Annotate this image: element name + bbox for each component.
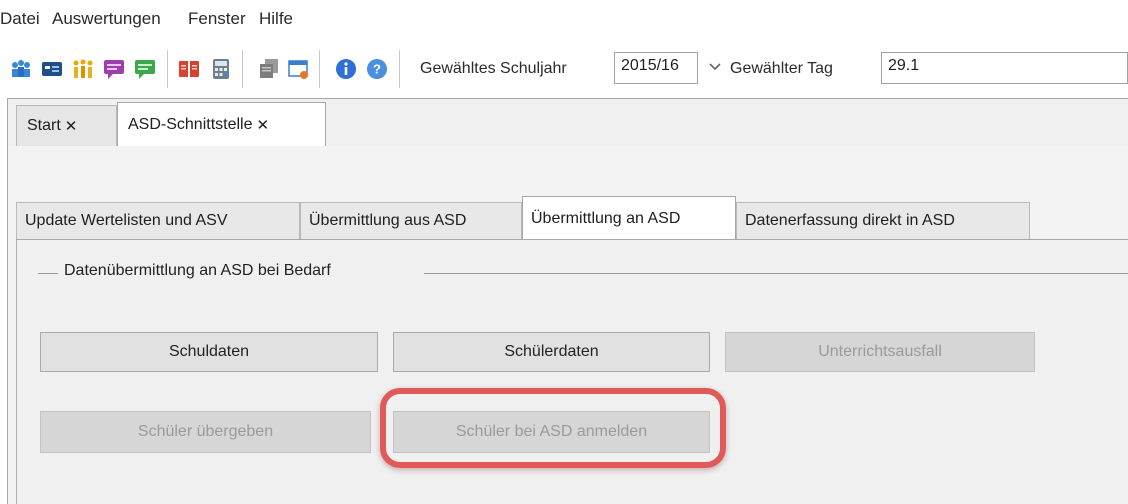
unterrichtsausfall-button[interactable]: Unterrichtsausfall [725,332,1035,372]
highlight-annotation [380,388,726,468]
group-border [424,273,1128,274]
group-title: Datenübermittlung an ASD bei Bedarf [64,262,331,279]
window-export-icon[interactable] [288,58,310,80]
chevron-down-icon[interactable] [708,62,722,72]
schuljahr-select[interactable]: 2015/16 [614,52,698,84]
purple-chat-icon[interactable] [103,58,125,80]
tab-start[interactable]: Start ✕ [16,105,117,146]
calculator-icon[interactable] [210,58,232,80]
menu-bar: Datei Auswertungen Fenster Hilfe [0,0,1128,40]
group-people-icon[interactable] [72,58,94,80]
menu-datei[interactable]: Datei [0,9,40,29]
schuelerdaten-button[interactable]: Schülerdaten [393,332,710,372]
menu-fenster[interactable]: Fenster [188,9,246,29]
monitor-card-icon[interactable] [41,58,63,80]
tab-uebermittlung-an-asd[interactable]: Übermittlung an ASD [522,196,736,240]
tab-update-wertelisten[interactable]: Update Wertelisten und ASV [16,202,300,239]
menu-hilfe[interactable]: Hilfe [259,9,293,29]
toolbar-separator [399,50,400,88]
svg-text:?: ? [373,62,381,77]
tab-start-label: Start [27,117,61,134]
red-book-icon[interactable] [178,58,200,80]
copy-pages-icon[interactable] [258,58,280,80]
tab-datenerfassung-direkt[interactable]: Datenerfassung direkt in ASD [736,202,1030,239]
help-icon[interactable]: ? [366,58,388,80]
schueler-uebergeben-button[interactable]: Schüler übergeben [40,411,371,453]
green-chat-icon[interactable] [134,58,156,80]
schuljahr-label: Gewähltes Schuljahr [420,60,567,77]
tab-asd-schnittstelle-label: ASD-Schnittstelle [128,115,253,133]
toolbar-separator [242,50,243,88]
toolbar-separator [167,50,168,88]
tag-field[interactable]: 29.1 [881,52,1128,84]
menu-auswertungen[interactable]: Auswertungen [52,9,161,29]
group-border [38,273,58,274]
tab-uebermittlung-aus-asd[interactable]: Übermittlung aus ASD [300,202,522,239]
info-icon[interactable] [335,58,357,80]
tag-label: Gewählter Tag [730,60,833,77]
toolbar: ? Gewähltes Schuljahr 2015/16 Gewählter … [0,40,1128,98]
toolbar-separator [319,50,320,88]
close-icon[interactable]: ✕ [257,116,270,134]
close-icon[interactable]: ✕ [65,117,78,135]
schuldaten-button[interactable]: Schuldaten [40,332,378,372]
people-network-icon[interactable] [10,58,32,80]
tab-asd-schnittstelle[interactable]: ASD-Schnittstelle ✕ [117,102,326,147]
